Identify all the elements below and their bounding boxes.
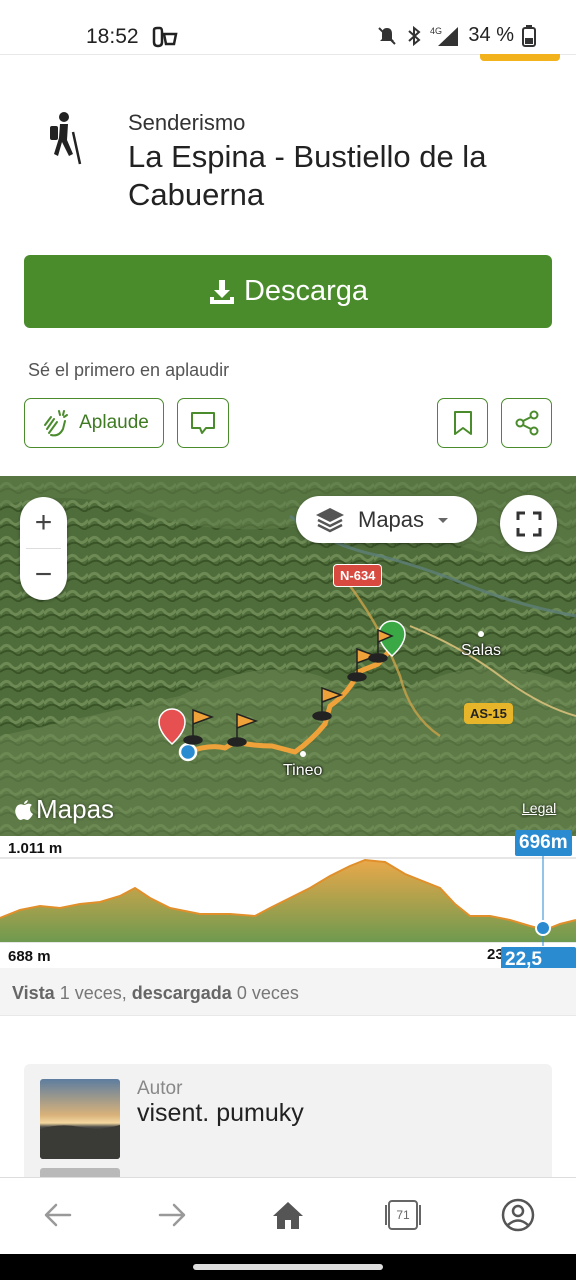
map-layers-label: Mapas [358,506,425,532]
account-button[interactable] [498,1195,538,1235]
signal-icon: 4G [430,26,459,46]
map-legal-link[interactable]: Legal [522,800,556,816]
clapping-hands-icon [44,410,69,437]
download-button[interactable]: Descarga [24,255,552,328]
zoom-in-button[interactable]: + [20,497,67,548]
applaud-label: Aplaude [79,412,149,433]
author-photo-image [40,1079,120,1159]
page: 18:52 4G 34 % Senderismo La Espina - Bus… [0,0,576,1280]
bookmark-icon [453,411,472,435]
share-icon [515,410,538,436]
activity-type: Senderismo [128,110,246,135]
voicemail-icon [152,26,178,48]
home-button[interactable] [268,1195,308,1235]
tabs-button[interactable]: 71 [383,1195,423,1235]
road-label-n634: N-634 [333,564,383,587]
author-name[interactable]: visent. pumuky [137,1099,304,1128]
map-attribution: Mapas [14,794,114,825]
tabs-count: 71 [396,1208,410,1222]
downloads-label: descargada [131,983,232,1003]
applaud-button[interactable]: Aplaude [24,398,164,448]
stats-text: Vista 1 veces, descargada 0 veces [12,983,299,1004]
zoom-control: + − [20,497,67,600]
share-button[interactable] [501,398,552,448]
arrow-right-icon [158,1203,186,1227]
route-title: La Espina - Bustiello de la Cabuerna [128,139,487,212]
elevation-max-label: 1.011 m [8,840,63,857]
gesture-handle[interactable] [193,1264,383,1270]
svg-text:4G: 4G [430,26,442,36]
download-label: Descarga [243,275,369,307]
bookmark-button[interactable] [437,398,488,448]
zoom-out-button[interactable]: − [20,549,67,600]
comment-icon [191,412,215,434]
place-label-tineo: Tineo [283,762,323,779]
place-label-salas: Salas [461,642,502,659]
elevation-min-label: 688 m [8,948,51,965]
download-icon [209,279,234,304]
road-label-as15: AS-15 [464,703,513,724]
fullscreen-button[interactable] [500,495,557,552]
forward-button[interactable] [152,1195,192,1235]
fullscreen-icon [516,511,541,536]
layers-icon [316,507,344,532]
bluetooth-icon [408,25,421,46]
battery-icon [522,24,536,47]
map-layers-dropdown[interactable]: Mapas [296,496,477,543]
status-icons: 4G 34 % [376,24,536,47]
comment-button[interactable] [177,398,229,448]
applause-hint: Sé el primero en aplaudir [28,360,230,380]
top-accent-tab [480,54,560,61]
apple-logo-icon [15,799,33,820]
back-button[interactable] [38,1195,78,1235]
downloads-count: 0 veces [231,983,299,1003]
arrow-left-icon [44,1203,72,1227]
status-time: 18:52 [86,25,139,48]
hiking-icon [50,112,82,165]
author-label: Autor [137,1078,183,1099]
home-icon [273,1202,303,1229]
map-brand-label: Mapas [36,794,115,824]
views-label: Vista [12,983,55,1003]
author-photo[interactable] [40,1079,120,1159]
views-count: 1 veces, [54,983,132,1003]
elevation-cursor-value: 696m [515,830,572,856]
status-bar: 18:52 4G 34 % [0,0,576,76]
account-icon [501,1198,535,1232]
mute-icon [378,26,397,45]
battery-percent: 34 % [468,24,514,46]
chevron-down-icon [438,517,449,523]
